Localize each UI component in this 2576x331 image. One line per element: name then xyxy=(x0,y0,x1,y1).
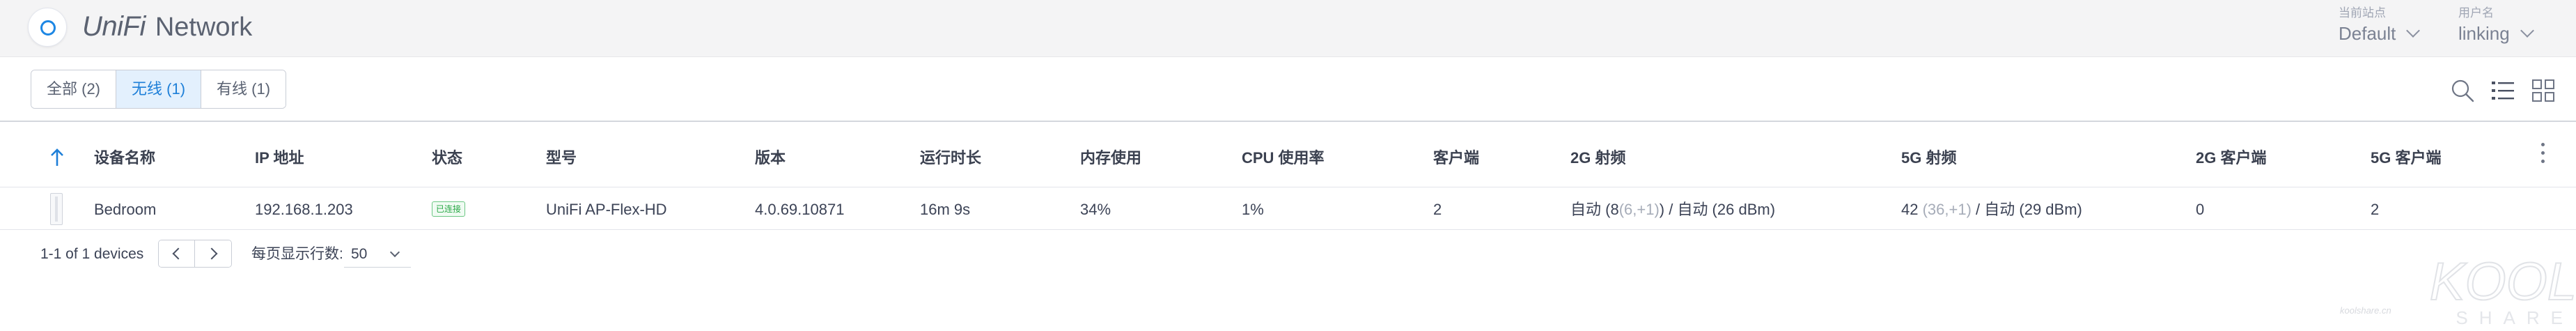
radio-2g-channel-detail: (6,+1) xyxy=(1618,201,1660,218)
previous-page-button[interactable] xyxy=(159,240,195,267)
column-header-uptime[interactable]: 运行时长 xyxy=(920,122,981,187)
column-header-clients-5g[interactable]: 5G 客户端 xyxy=(2371,122,2441,187)
cell-clients-2g: 0 xyxy=(2196,201,2205,218)
chevron-down-icon xyxy=(2520,24,2534,38)
column-header-radio-2g[interactable]: 2G 射频 xyxy=(1570,122,1625,187)
column-header-status[interactable]: 状态 xyxy=(432,122,462,187)
watermark-subtext: SHARE xyxy=(2456,307,2574,328)
cell-clients-5g: 2 xyxy=(2371,201,2380,218)
unifi-logo-icon[interactable] xyxy=(28,8,67,47)
chevron-left-icon xyxy=(172,247,185,260)
site-selector-value: Default xyxy=(2339,23,2396,44)
tab-all[interactable]: 全部 (2) xyxy=(31,70,117,108)
column-header-device-name[interactable]: 设备名称 xyxy=(94,122,155,187)
chevron-right-icon xyxy=(205,247,217,260)
pagination: 1-1 of 1 devices 每页显示行数: 50 xyxy=(0,230,2576,279)
device-filter-tabs: 全部 (2) 无线 (1) 有线 (1) xyxy=(31,70,287,109)
site-selector-caption: 当前站点 xyxy=(2339,6,2386,20)
cell-radio-5g: 42 (36,+1) / 自动 (29 dBm) xyxy=(1901,187,2082,230)
column-header-cpu[interactable]: CPU 使用率 xyxy=(1242,122,1325,187)
user-menu[interactable]: 用户名 linking xyxy=(2458,6,2534,49)
cell-device-name[interactable]: Bedroom xyxy=(94,187,156,230)
radio-2g-channel: 自动 (8 xyxy=(1570,201,1619,218)
chevron-down-icon xyxy=(2406,24,2421,38)
radio-2g-power: ) / 自动 (26 dBm) xyxy=(1659,201,1776,218)
grid-view-icon[interactable] xyxy=(2531,78,2556,103)
column-header-clients-2g[interactable]: 2G 客户端 xyxy=(2196,122,2266,187)
brand-name: UniFi xyxy=(82,11,146,42)
watermark-logo: KOOL SHARE xyxy=(2429,252,2576,328)
cell-clients: 2 xyxy=(1433,201,1442,218)
watermark-url: koolshare.cn xyxy=(2340,305,2391,316)
user-menu-caption: 用户名 xyxy=(2458,6,2494,20)
cell-radio-2g: 自动 (8(6,+1)) / 自动 (26 dBm) xyxy=(1570,187,1775,230)
cell-version: 4.0.69.10871 xyxy=(755,201,845,218)
sort-ascending-icon[interactable] xyxy=(49,147,65,168)
radio-5g-channel-detail: (36,+1) xyxy=(1922,201,1972,218)
device-thumbnail-icon xyxy=(50,193,63,225)
column-header-version[interactable]: 版本 xyxy=(755,122,786,187)
table-header: 设备名称 IP 地址 状态 型号 版本 运行时长 内存使用 CPU 使用率 客户… xyxy=(0,122,2576,187)
tab-wired[interactable]: 有线 (1) xyxy=(201,70,286,108)
column-header-model[interactable]: 型号 xyxy=(546,122,577,187)
more-options-icon[interactable] xyxy=(2539,143,2546,171)
next-page-button[interactable] xyxy=(195,240,231,267)
rows-per-page-value: 50 xyxy=(351,246,368,262)
cell-memory: 34% xyxy=(1080,201,1111,218)
column-header-ip[interactable]: IP 地址 xyxy=(255,122,304,187)
status-badge: 已连接 xyxy=(432,201,466,217)
user-menu-value: linking xyxy=(2458,23,2510,44)
cell-uptime: 16m 9s xyxy=(920,201,971,218)
watermark-text: KOOL xyxy=(2430,252,2576,311)
tab-wireless[interactable]: 无线 (1) xyxy=(116,70,202,108)
chevron-down-icon xyxy=(389,247,400,258)
column-header-clients[interactable]: 客户端 xyxy=(1433,122,1479,187)
pagination-count: 1-1 of 1 devices xyxy=(40,246,144,262)
device-toolbar: 全部 (2) 无线 (1) 有线 (1) xyxy=(0,57,2576,122)
radio-5g-power: / 自动 (29 dBm) xyxy=(1971,201,2082,218)
search-icon[interactable] xyxy=(2450,78,2475,103)
site-selector[interactable]: 当前站点 Default xyxy=(2339,6,2421,49)
radio-5g-channel: 42 xyxy=(1901,201,1919,218)
column-header-radio-5g[interactable]: 5G 射频 xyxy=(1901,122,1956,187)
list-view-icon[interactable] xyxy=(2490,78,2515,103)
top-bar: UniFi Network 当前站点 Default 用户名 linking xyxy=(0,0,2576,57)
column-header-memory[interactable]: 内存使用 xyxy=(1080,122,1141,187)
cell-model: UniFi AP-Flex-HD xyxy=(546,201,667,218)
pagination-nav xyxy=(158,240,232,268)
rows-per-page-select[interactable]: 50 xyxy=(344,243,411,268)
cell-status: 已连接 xyxy=(432,187,466,230)
app-brand: UniFi Network xyxy=(82,11,252,42)
cell-ip: 192.168.1.203 xyxy=(255,201,353,218)
koolshare-watermark: KOOL SHARE koolshare.cn xyxy=(2340,251,2576,331)
rows-per-page-label: 每页显示行数: xyxy=(251,246,343,262)
cell-cpu: 1% xyxy=(1242,201,1264,218)
table-row[interactable]: Bedroom 192.168.1.203 已连接 UniFi AP-Flex-… xyxy=(0,187,2576,230)
product-name: Network xyxy=(155,13,253,42)
